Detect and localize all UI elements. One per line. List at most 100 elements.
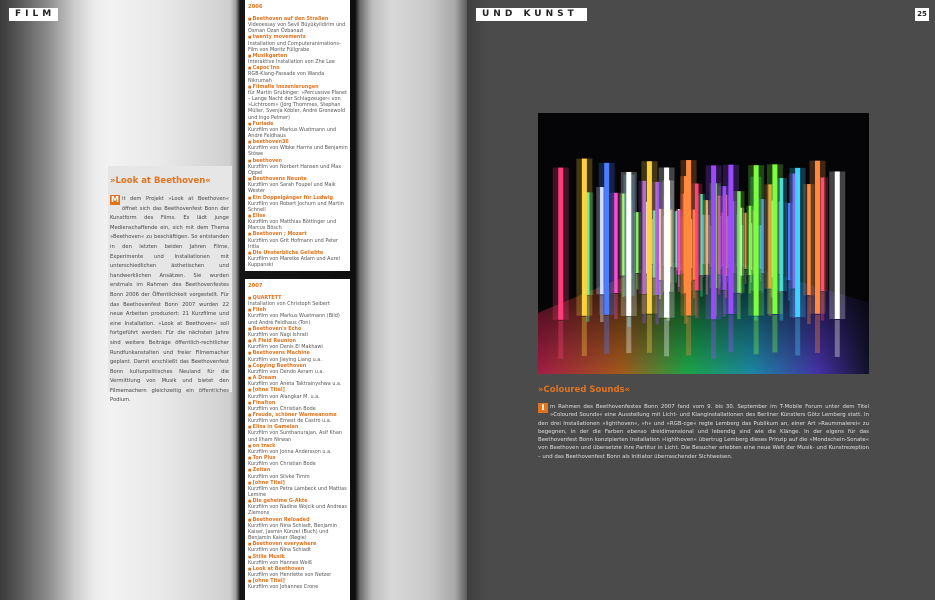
intro-body: it dem Projekt »Look at Beethoven« öffne… xyxy=(110,196,229,404)
film-credits: Kurzfilm von Sarah Foupel und Maik Weste… xyxy=(248,182,336,195)
film-title: Filmalle Inszenierungen xyxy=(248,84,319,90)
light-tube xyxy=(744,212,747,269)
film-credits: Kurzfilm von Grit Hofmann und Peter Irit… xyxy=(248,237,339,250)
film-title: A Dream xyxy=(248,375,276,381)
film-title: Die Unsterbliche Geliebte xyxy=(248,250,323,256)
film-title: Beethovens Machine xyxy=(248,350,310,356)
light-tube xyxy=(753,165,759,316)
film-title: twenty movements xyxy=(248,34,306,40)
film-entry: beethoven36Kurzfilm von Wibke Harms und … xyxy=(248,139,348,157)
film-title: Elisa in Gamelan xyxy=(248,424,298,430)
film-entry: Beethoven's EchoKurzfilm von Nagi Ishrat… xyxy=(248,326,348,338)
film-entry: QUARTETTInstallation von Christoph Seibe… xyxy=(248,295,348,307)
year-2006-heading: 2006 xyxy=(248,4,263,10)
light-tube xyxy=(646,161,652,314)
film-entry: Die geheime G-AkteKurzfilm von Nadine Wo… xyxy=(248,498,348,516)
film-entry: FinaltonKurzfilm von Christian Bode xyxy=(248,400,348,412)
film-title: [ohne Titel] xyxy=(248,578,285,584)
film-entry: beethovenKurzfilm von Norbert Hansen und… xyxy=(248,158,348,176)
film-title: Ton Plus xyxy=(248,455,276,461)
film-title: A Field Reunion xyxy=(248,338,296,344)
film-credits: Kurzfilm von Markus Wustmann und André F… xyxy=(248,126,337,139)
film-entry: on trackKurzfilm von Jonna Andersson u.a… xyxy=(248,443,348,455)
film-title: Capoc'Inn xyxy=(248,65,280,71)
film-credits: Kurzfilm von Petra Lambeck und Mattias L… xyxy=(248,485,347,498)
film-entry: Capoc'InnRGB-Klang-Fassade von Wanda Nik… xyxy=(248,65,348,83)
film-entry: Copying BeethovenKurzfilm von Dendo Avra… xyxy=(248,363,348,375)
kunst-body: m Rahmen des Beethovenfestes Bonn 2007 f… xyxy=(538,404,869,460)
film-credits: Kurzfilm von Matthias Böttinger und Marc… xyxy=(248,219,337,232)
coloured-sounds-title: »Coloured Sounds« xyxy=(538,385,631,395)
film-credits: Kurzfilm von Markus Wustmann (Bild) und … xyxy=(248,313,340,326)
film-title: [ohne Titel] xyxy=(248,480,285,486)
light-tube xyxy=(604,162,610,315)
film-title: Elise xyxy=(248,213,266,219)
intro-text: Mit dem Projekt »Look at Beethoven« öffn… xyxy=(110,195,229,406)
film-entry: Look at BeethovenKurzfilm von Henriette … xyxy=(248,566,348,578)
light-tube-reflection xyxy=(728,315,734,353)
film-title: Beethovens Neunte xyxy=(248,176,307,182)
film-title: Copying Beethoven xyxy=(248,363,306,369)
light-tube-reflection xyxy=(834,320,840,357)
light-tubes-image xyxy=(538,113,869,374)
light-tube-reflection xyxy=(646,314,652,353)
section-header-film: FILM xyxy=(9,8,58,21)
light-tube-reflection xyxy=(664,318,670,357)
film-title: Beethoven auf den Straßen xyxy=(248,16,328,22)
film-credits: Kurzfilm von Nadine Wojcik und Andreas Z… xyxy=(248,504,347,517)
light-installation-photo xyxy=(538,113,869,374)
film-title: Freude, schöner Warmeanome xyxy=(248,412,337,418)
light-tube xyxy=(795,167,801,318)
film-entry: [ohne Titel]Kurzfilm von Alangkar M. u.a… xyxy=(248,387,348,399)
film-entry: Beethoven everywhereKurzfilm von Nina Sc… xyxy=(248,541,348,553)
light-tube xyxy=(728,164,734,315)
film-credits: Installation und Computeranimations-Film… xyxy=(248,40,341,53)
film-title: Finalton xyxy=(248,400,275,406)
light-tube-reflection xyxy=(581,316,587,357)
film-title: Die geheime G-Akte xyxy=(248,498,308,504)
light-tube xyxy=(834,171,840,320)
film-entry: Beethoven ReloadedKurzfilm von Nina Schi… xyxy=(248,517,348,542)
film-title: [ohne Titel] xyxy=(248,387,285,393)
light-tube xyxy=(815,160,821,314)
section-header-kunst: UND KUNST xyxy=(476,8,587,21)
film-entry: Beethovens MachineKurzfilm von Jieying L… xyxy=(248,350,348,362)
coloured-sounds-text: Im Rahmen des Beethovenfestes Bonn 2007 … xyxy=(538,403,869,461)
light-tube-reflection xyxy=(753,316,759,355)
intro-box: »Look at Beethoven« Mit dem Projekt »Loo… xyxy=(108,166,232,403)
film-credits: Kurzfilm von Johannes Crone xyxy=(248,584,319,591)
light-tube-reflection xyxy=(744,269,747,284)
film-entry: [ohne Titel]Kurzfilm von Johannes Crone xyxy=(248,578,348,590)
magazine-spread: FILM »Look at Beethoven« Mit dem Projekt… xyxy=(0,0,935,600)
film-entry: Beethoven auf den StraßenVideoessay von … xyxy=(248,16,348,34)
left-page: FILM »Look at Beethoven« Mit dem Projekt… xyxy=(0,0,467,600)
light-tube-reflection xyxy=(772,314,778,353)
film-title: on track xyxy=(248,443,275,449)
page-number: 25 xyxy=(915,8,929,21)
film-credits: Kurzfilm von Wibke Harms und Benjamin St… xyxy=(248,145,348,158)
film-list-2006-items: Beethoven auf den StraßenVideoessay von … xyxy=(248,16,348,268)
film-entry: twenty movementsInstallation und Compute… xyxy=(248,34,348,52)
film-entry: Freude, schöner WarmeanomeKurzfilm von E… xyxy=(248,412,348,424)
light-tube-reflection xyxy=(558,320,564,359)
light-tube-reflection xyxy=(711,320,717,359)
film-credits: für Martin Grubinger: »Percussive Planet… xyxy=(248,89,347,121)
light-tube xyxy=(626,171,632,317)
film-title: beethoven xyxy=(248,158,282,164)
film-credits: Kurzfilm von Robert Jochum und Martin Sc… xyxy=(248,200,344,213)
film-entry: MusikgartenInteraktive Installation von … xyxy=(248,53,348,65)
film-list-2007-items: QUARTETTInstallation von Christoph Seibe… xyxy=(248,295,348,591)
film-entry: Die Unsterbliche GeliebteKurzfilm von Ma… xyxy=(248,250,348,268)
kunst-dropcap: I xyxy=(538,403,548,413)
film-credits: Kurzfilm von Sunthanurajan, Asif Khan un… xyxy=(248,430,342,443)
film-title: Stille Musik xyxy=(248,554,285,560)
light-tube-reflection xyxy=(686,316,692,356)
light-tube-reflection xyxy=(815,314,821,353)
film-title: Furiade xyxy=(248,121,273,127)
light-tube-reflection xyxy=(626,317,632,354)
film-title: Zeitan xyxy=(248,467,270,473)
film-title: Beethoven's Echo xyxy=(248,326,301,332)
light-tube xyxy=(772,164,778,314)
film-title: Look at Beethoven xyxy=(248,566,304,572)
film-credits: Kurzfilm von Nina Schiadt, Benjamin Kais… xyxy=(248,522,338,542)
